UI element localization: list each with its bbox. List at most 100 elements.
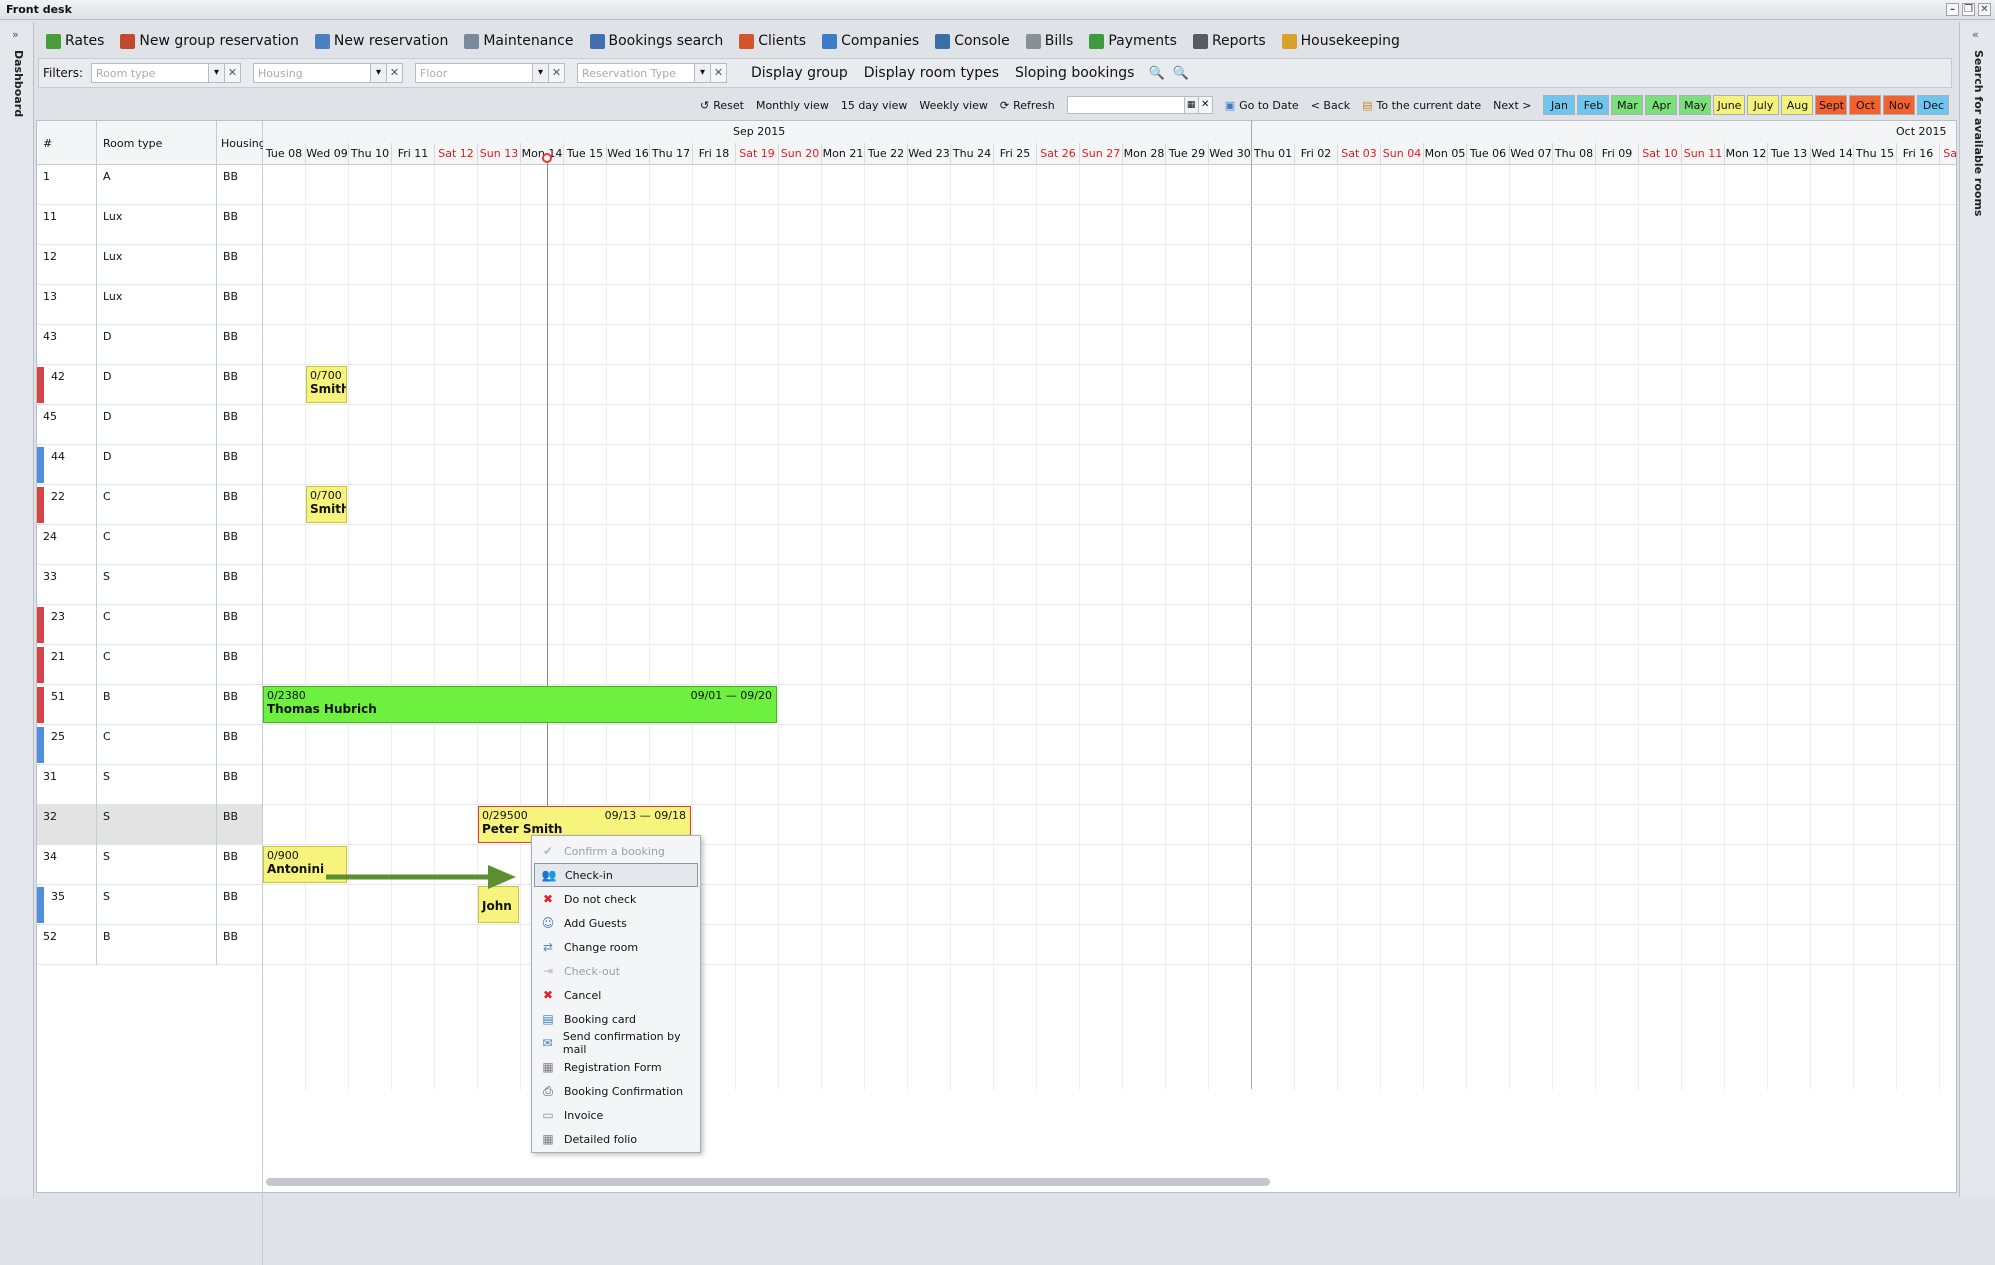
filter-input[interactable]: Room type [91, 63, 210, 83]
month-button-july[interactable]: July [1747, 95, 1780, 115]
room-row[interactable]: 23 C BB [37, 605, 263, 645]
header-room-type[interactable]: Room type [97, 121, 217, 165]
refresh-button[interactable]: ⟳ Refresh [1000, 99, 1055, 112]
dashboard-sidebar[interactable]: » Dashboard [0, 22, 34, 1197]
day-header[interactable]: Fri 02 [1295, 143, 1338, 165]
room-row[interactable]: 52 B BB [37, 925, 263, 965]
back-button[interactable]: < Back [1311, 99, 1350, 112]
collapse-icon[interactable]: « [1972, 28, 1979, 41]
room-row[interactable]: 31 S BB [37, 765, 263, 805]
room-row[interactable]: 34 S BB [37, 845, 263, 885]
day-header[interactable]: Tue 08 [263, 143, 306, 165]
month-button-oct[interactable]: Oct [1849, 95, 1882, 115]
toolbar-new-reservation-button[interactable]: New reservation [309, 31, 454, 51]
available-rooms-sidebar[interactable]: « Search for available rooms [1959, 22, 1995, 1197]
room-row[interactable]: 43 D BB [37, 325, 263, 365]
room-row[interactable]: 45 D BB [37, 405, 263, 445]
monthly-view-button[interactable]: Monthly view [756, 99, 829, 112]
toolbar-companies-button[interactable]: Companies [816, 31, 925, 51]
close-icon[interactable]: ✕ [1978, 3, 1991, 16]
room-row[interactable]: 1 A BB [37, 165, 263, 205]
day-header[interactable]: Wed 23 [908, 143, 951, 165]
day-header[interactable]: Sat 26 [1037, 143, 1080, 165]
room-row[interactable]: 33 S BB [37, 565, 263, 605]
menu-item-cancel[interactable]: ✖ Cancel [534, 983, 698, 1007]
month-button-sept[interactable]: Sept [1815, 95, 1848, 115]
month-button-feb[interactable]: Feb [1577, 95, 1610, 115]
day-header[interactable]: Tue 22 [865, 143, 908, 165]
reset-button[interactable]: ↺ Reset [700, 99, 744, 112]
room-row[interactable]: 35 S BB [37, 885, 263, 925]
current-date-button[interactable]: ▤ To the current date [1362, 99, 1481, 112]
booking-block[interactable]: John [478, 886, 519, 923]
day-header[interactable]: Wed 30 [1209, 143, 1252, 165]
menu-item-registration-form[interactable]: ▦ Registration Form [534, 1055, 698, 1079]
clear-date-icon[interactable]: ✕ [1198, 96, 1213, 114]
toolbar-rates-button[interactable]: Rates [40, 31, 110, 51]
day-header[interactable]: Mon 28 [1123, 143, 1166, 165]
room-row[interactable]: 21 C BB [37, 645, 263, 685]
day-header[interactable]: Sun 11 [1682, 143, 1725, 165]
chevron-down-icon[interactable]: ▾ [371, 63, 388, 83]
menu-item-add-guests[interactable]: ☺ Add Guests [534, 911, 698, 935]
filter-input[interactable]: Floor [415, 63, 534, 83]
menu-item-do-not-check[interactable]: ✖ Do not check [534, 887, 698, 911]
clear-icon[interactable]: ✕ [387, 63, 404, 83]
chevron-down-icon[interactable]: ▾ [695, 63, 712, 83]
day-header[interactable]: Wed 07 [1510, 143, 1553, 165]
month-button-dec[interactable]: Dec [1917, 95, 1950, 115]
header-housing[interactable]: Housing [217, 121, 266, 165]
room-row[interactable]: 51 B BB [37, 685, 263, 725]
booking-block[interactable]: 0/2380 Thomas Hubrich 09/01 — 09/20 [263, 686, 777, 723]
day-header[interactable]: Sat 19 [736, 143, 779, 165]
booking-block[interactable]: 0/700 Smith [306, 486, 347, 523]
toolbar-payments-button[interactable]: Payments [1083, 31, 1183, 51]
room-row[interactable]: 12 Lux BB [37, 245, 263, 285]
day-header[interactable]: Thu 15 [1854, 143, 1897, 165]
calendar-icon[interactable]: ▦ [1184, 96, 1199, 114]
room-row[interactable]: 11 Lux BB [37, 205, 263, 245]
filter-button-display-group[interactable]: Display group [745, 65, 854, 81]
day-header[interactable]: Fri 25 [994, 143, 1037, 165]
date-picker[interactable]: ▦ ✕ [1066, 96, 1213, 114]
day-header[interactable]: Mon 12 [1725, 143, 1768, 165]
day-header[interactable]: Sun 04 [1381, 143, 1424, 165]
room-row[interactable]: 22 C BB [37, 485, 263, 525]
day-header[interactable]: Sat 17 [1940, 143, 1956, 165]
day-header[interactable]: Wed 14 [1811, 143, 1854, 165]
go-to-date-button[interactable]: ▣ Go to Date [1225, 99, 1299, 112]
chevron-down-icon[interactable]: ▾ [209, 63, 226, 83]
menu-item-booking-card[interactable]: ▤ Booking card [534, 1007, 698, 1031]
day-header[interactable]: Tue 29 [1166, 143, 1209, 165]
filter-input[interactable]: Reservation Type [577, 63, 696, 83]
day-header[interactable]: Wed 16 [607, 143, 650, 165]
toolbar-console-button[interactable]: Console [929, 31, 1016, 51]
clear-icon[interactable]: ✕ [225, 63, 242, 83]
expand-icon[interactable]: » [12, 28, 19, 41]
day-header[interactable]: Sat 03 [1338, 143, 1381, 165]
toolbar-bills-button[interactable]: Bills [1020, 31, 1080, 51]
day-header[interactable]: Thu 24 [951, 143, 994, 165]
menu-item-send-confirmation-by-mail[interactable]: ✉ Send confirmation by mail [534, 1030, 698, 1056]
day-header[interactable]: Fri 09 [1596, 143, 1639, 165]
toolbar-maintenance-button[interactable]: Maintenance [458, 31, 579, 51]
day-header[interactable]: Mon 05 [1424, 143, 1467, 165]
day-header[interactable]: Sun 13 [478, 143, 521, 165]
day-header[interactable]: Thu 08 [1553, 143, 1596, 165]
menu-item-check-in[interactable]: 👥 Check-in [534, 863, 698, 887]
day-header[interactable]: Thu 17 [650, 143, 693, 165]
day-header[interactable]: Fri 18 [693, 143, 736, 165]
minimize-icon[interactable]: – [1946, 3, 1959, 16]
day-header[interactable]: Mon 21 [822, 143, 865, 165]
month-button-mar[interactable]: Mar [1611, 95, 1644, 115]
day-header[interactable]: Wed 09 [306, 143, 349, 165]
month-button-apr[interactable]: Apr [1645, 95, 1678, 115]
month-button-aug[interactable]: Aug [1781, 95, 1814, 115]
menu-item-invoice[interactable]: ▭ Invoice [534, 1103, 698, 1127]
day-header[interactable]: Tue 15 [564, 143, 607, 165]
toolbar-housekeeping-button[interactable]: Housekeeping [1276, 31, 1406, 51]
room-row[interactable]: 42 D BB [37, 365, 263, 405]
clear-icon[interactable]: ✕ [549, 63, 566, 83]
day-header[interactable]: Fri 16 [1897, 143, 1940, 165]
zoom-out-icon[interactable]: 🔍 [1173, 66, 1189, 81]
